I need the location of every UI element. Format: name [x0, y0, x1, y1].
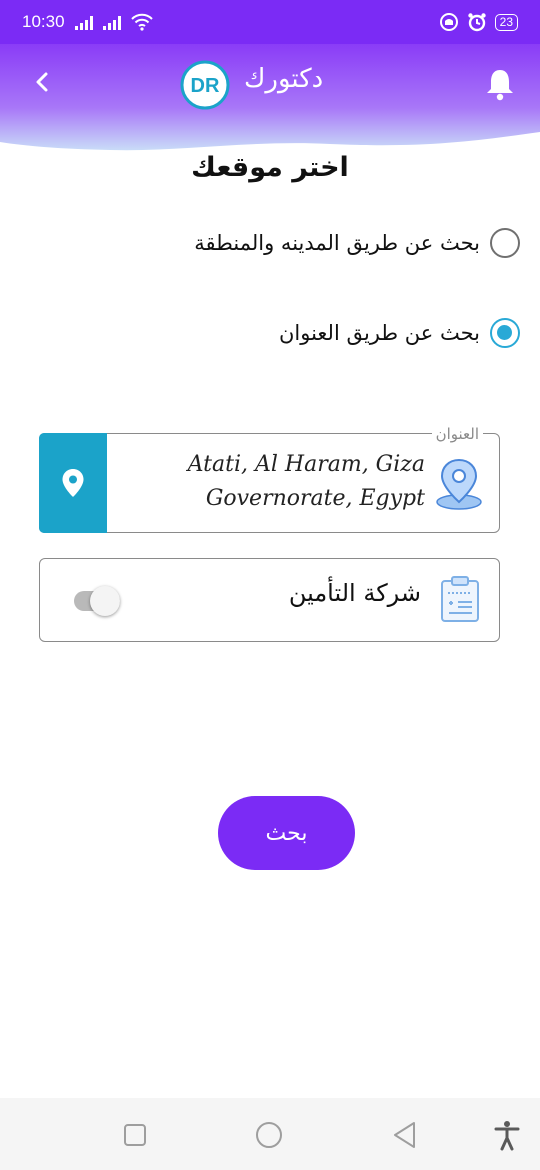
toggle-knob — [90, 586, 120, 616]
insurance-field[interactable]: شركة التأمين — [39, 558, 500, 642]
notification-icon — [439, 13, 458, 31]
location-pin-icon — [62, 469, 84, 497]
insurance-toggle[interactable] — [74, 586, 124, 616]
address-line-2: Governorate, Egypt — [205, 486, 425, 511]
signal-icon — [74, 14, 93, 30]
address-field[interactable]: العنوان Atati, Al Haram, Giza Governorat… — [39, 425, 500, 533]
app-header: DR دكتورك — [0, 44, 540, 159]
back-button[interactable] — [26, 62, 58, 106]
recents-icon[interactable] — [118, 1118, 152, 1152]
map-pin-icon — [436, 458, 482, 510]
status-time: 10:30 — [22, 12, 65, 31]
medical-clipboard-icon — [441, 576, 479, 622]
back-arrow-icon — [36, 72, 48, 92]
search-button[interactable]: بحث — [218, 796, 355, 870]
bell-icon[interactable] — [484, 66, 516, 102]
radio-search-by-city[interactable]: بحث عن طريق المدينه والمنطقة — [194, 228, 520, 258]
status-bar: 10:30 23 — [0, 0, 540, 44]
accessibility-icon[interactable] — [490, 1118, 524, 1152]
battery-icon: 23 — [494, 13, 518, 31]
radio-button-unchecked[interactable] — [490, 228, 520, 258]
app-title: دكتورك — [244, 64, 324, 94]
radio-search-by-address[interactable]: بحث عن طريق العنوان — [279, 318, 520, 348]
insurance-label: شركة التأمين — [288, 579, 421, 607]
radio-button-checked[interactable] — [490, 318, 520, 348]
address-value[interactable]: Atati, Al Haram, Giza Governorate, Egypt — [120, 448, 425, 516]
back-icon[interactable] — [388, 1118, 422, 1152]
radio-label-address: بحث عن طريق العنوان — [278, 321, 480, 345]
home-icon[interactable] — [252, 1118, 286, 1152]
address-label: العنوان — [431, 425, 483, 443]
address-line-1: Atati, Al Haram, Giza — [187, 452, 425, 477]
alarm-icon — [467, 13, 486, 32]
header-background — [0, 44, 540, 151]
logo-text: DR — [191, 75, 220, 97]
radio-label-city: بحث عن طريق المدينه والمنطقة — [194, 231, 480, 255]
page-title: اختر موقعك — [191, 152, 349, 183]
wifi-icon — [130, 13, 153, 31]
system-nav-bar — [0, 1098, 540, 1170]
logo-icon: DR — [180, 60, 230, 110]
signal-icon — [102, 14, 121, 30]
location-button[interactable] — [39, 433, 107, 533]
